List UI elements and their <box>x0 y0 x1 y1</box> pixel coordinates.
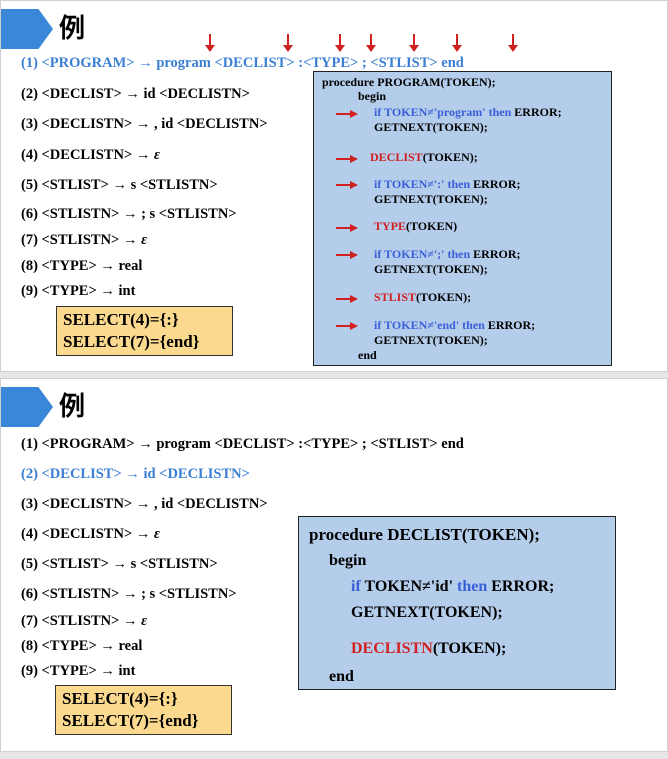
slide-1: 例 (1) <PROGRAM> → program <DECLIST> :<TY… <box>0 0 668 372</box>
select-set-box: SELECT(4)={:} SELECT(7)={end} <box>55 685 232 735</box>
code-text: ERROR; <box>473 177 521 191</box>
grammar-rule: (1) <PROGRAM> → program <DECLIST> :<TYPE… <box>21 436 464 452</box>
grammar-rule: (9) <TYPE> → int <box>21 283 136 299</box>
call-name: DECLISTN <box>351 640 433 657</box>
select-set-line: SELECT(7)={end} <box>63 332 200 351</box>
grammar-rule: (4) <DECLISTN> → ε <box>21 525 160 543</box>
grammar-rule: (8) <TYPE> → real <box>21 258 143 274</box>
down-arrow-icon <box>335 34 345 52</box>
keyword: if TOKEN≠';' <box>374 247 445 261</box>
red-arrow-icon <box>336 181 358 189</box>
keyword: if TOKEN≠':' <box>374 177 445 191</box>
begin-keyword: begin <box>329 552 367 569</box>
grammar-rule: (7) <STLISTN> → ε <box>21 612 147 630</box>
code-text: ERROR; <box>491 578 555 595</box>
code-line: if TOKEN≠'end' then ERROR; <box>374 318 535 332</box>
red-arrow-icon <box>336 295 358 303</box>
grammar-rule: (5) <STLIST> → s <STLISTN> <box>21 556 218 572</box>
grammar-rule: (6) <STLISTN> → ; s <STLISTN> <box>21 206 237 222</box>
code-line: GETNEXT(TOKEN); <box>374 192 488 206</box>
code-text: (TOKEN); <box>422 150 478 164</box>
select-set-line: SELECT(4)={:} <box>63 310 179 329</box>
then-keyword: then <box>488 105 512 119</box>
code-line: TYPE(TOKEN) <box>374 219 457 233</box>
grammar-rule: (6) <STLISTN> → ; s <STLISTN> <box>21 586 237 602</box>
code-line: GETNEXT(TOKEN); <box>374 262 488 276</box>
rule-text: (4) <DECLISTN> → <box>21 147 154 163</box>
code-line: DECLISTN(TOKEN); <box>351 639 506 659</box>
code-line: if TOKEN≠':' then ERROR; <box>374 177 521 191</box>
then-keyword: then <box>462 318 485 332</box>
code-text: (TOKEN) <box>406 219 458 233</box>
code-text: (TOKEN); <box>432 640 507 657</box>
end-keyword: end <box>329 668 354 685</box>
epsilon-symbol: ε <box>153 147 160 163</box>
keyword: if TOKEN≠'program' <box>374 105 486 119</box>
code-text: ERROR; <box>487 318 536 332</box>
red-arrow-icon <box>336 251 358 259</box>
code-text: ERROR; <box>473 247 521 261</box>
grammar-rule: (3) <DECLISTN> → , id <DECLISTN> <box>21 116 268 132</box>
down-arrow-icon <box>283 34 293 52</box>
code-text: TOKEN≠'id' <box>364 578 454 595</box>
down-arrow-icon <box>205 34 215 52</box>
code-line: if TOKEN≠'program' then ERROR; <box>374 105 562 119</box>
begin-keyword: begin <box>358 89 387 103</box>
slide-2-title-block: 例 <box>1 387 121 427</box>
grammar-rule: (9) <TYPE> → int <box>21 663 136 679</box>
select-set-box: SELECT(4)={:} SELECT(7)={end} <box>56 306 233 356</box>
epsilon-symbol: ε <box>141 232 148 248</box>
then-keyword: then <box>447 247 471 261</box>
rule-text: (7) <STLISTN> → <box>21 232 142 248</box>
then-keyword: then <box>447 177 471 191</box>
grammar-rule: (2) <DECLIST> → id <DECLISTN> <box>21 86 250 102</box>
grammar-rule: (3) <DECLISTN> → , id <DECLISTN> <box>21 496 268 512</box>
code-line: GETNEXT(TOKEN); <box>374 333 488 347</box>
code-line: DECLIST(TOKEN); <box>370 150 478 164</box>
slide-1-title: 例 <box>59 14 86 44</box>
grammar-rule: (1) <PROGRAM> → program <DECLIST> :<TYPE… <box>21 55 464 71</box>
procedure-declist-box: procedure DECLIST(TOKEN); begin if TOKEN… <box>298 516 616 690</box>
grammar-rule: (2) <DECLIST> → id <DECLISTN> <box>21 466 250 482</box>
down-arrow-icon <box>409 34 419 52</box>
code-line: STLIST(TOKEN); <box>374 290 471 304</box>
grammar-rule: (7) <STLISTN> → ε <box>21 231 147 249</box>
down-arrow-icon <box>508 34 518 52</box>
red-arrow-icon <box>336 322 358 330</box>
grammar-rule: (4) <DECLISTN> → ε <box>21 146 160 164</box>
down-arrow-icon <box>366 34 376 52</box>
rule-text: (7) <STLISTN> → <box>21 613 142 629</box>
code-line: GETNEXT(TOKEN); <box>351 604 503 621</box>
select-set-line: SELECT(4)={:} <box>62 689 178 708</box>
red-arrow-icon <box>336 224 358 232</box>
epsilon-symbol: ε <box>141 613 148 629</box>
slide-1-title-block: 例 <box>1 9 121 49</box>
grammar-rule: (5) <STLIST> → s <STLISTN> <box>21 177 218 193</box>
call-name: STLIST <box>374 290 417 304</box>
code-line: GETNEXT(TOKEN); <box>374 120 488 134</box>
slide-2-title: 例 <box>59 392 86 422</box>
code-line: if TOKEN≠'id' then ERROR; <box>351 577 554 597</box>
rule-text: (4) <DECLISTN> → <box>21 526 154 542</box>
title-arrow-icon <box>1 9 53 49</box>
call-name: TYPE <box>374 219 407 233</box>
then-keyword: then <box>457 578 488 595</box>
red-arrow-icon <box>336 110 358 118</box>
if-keyword: if <box>351 578 361 595</box>
grammar-rule: (8) <TYPE> → real <box>21 638 143 654</box>
epsilon-symbol: ε <box>153 526 160 542</box>
procedure-header: procedure PROGRAM(TOKEN); <box>322 75 496 89</box>
red-arrow-icon <box>336 155 358 163</box>
end-keyword: end <box>358 348 377 362</box>
down-arrow-icon <box>452 34 462 52</box>
title-arrow-icon <box>1 387 53 427</box>
procedure-header: procedure DECLIST(TOKEN); <box>309 525 540 544</box>
procedure-program-box: procedure PROGRAM(TOKEN); begin if TOKEN… <box>313 71 612 366</box>
code-line: if TOKEN≠';' then ERROR; <box>374 247 521 261</box>
keyword: if TOKEN≠'end' <box>374 318 460 332</box>
select-set-line: SELECT(7)={end} <box>62 711 199 730</box>
code-text: ERROR; <box>514 105 562 119</box>
code-text: (TOKEN); <box>416 290 472 304</box>
call-name: DECLIST <box>370 150 423 164</box>
